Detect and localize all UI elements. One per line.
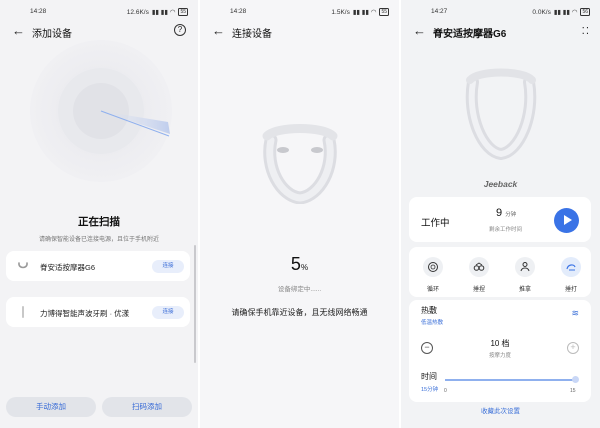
battery-icon: 55 <box>178 8 188 16</box>
device-illustration <box>465 68 537 160</box>
connect-device-screen: 14:28 1.5K/s ▮▮ ▮▮ ◠ 55 ← 连接设备 5% 设备绑定中.… <box>200 0 399 428</box>
mode-label: 循环 <box>426 287 439 293</box>
percent-value: 5 <box>290 254 301 274</box>
tap-icon <box>561 257 581 277</box>
status-time: 14:28 <box>30 8 47 15</box>
signal-icon: ▮▮ ▮▮ ◠ <box>553 9 578 16</box>
percent-unit: % <box>300 263 309 272</box>
status-time: 14:27 <box>431 8 448 15</box>
status-bar: 14:27 0.0K/s ▮▮ ▮▮ ◠ 56 <box>401 0 600 20</box>
intensity-label: 按摩力度 <box>488 353 511 359</box>
back-arrow-icon[interactable]: ← <box>413 24 426 38</box>
mode-cycle[interactable]: 循环 <box>415 257 451 293</box>
work-status-card: 工作中 9 分钟 剩余工作时间 <box>409 197 591 242</box>
heat-icon[interactable]: ≋ <box>571 308 579 319</box>
settings-card: 热敷 低温热敷 ≋ − 10 档 按摩力度 + 时间 15分钟 0 15 <box>409 300 591 402</box>
page-title: 连接设备 <box>232 29 272 40</box>
back-arrow-icon[interactable]: ← <box>212 24 225 38</box>
brand-logo: Jeeback <box>483 179 518 189</box>
time-slider-handle[interactable] <box>571 376 579 383</box>
minutes-value: 9 <box>496 207 503 219</box>
remaining-label: 剩余工作时间 <box>489 227 523 233</box>
increase-intensity-button[interactable]: + <box>567 342 579 354</box>
time-value: 15分钟 <box>421 387 439 393</box>
save-settings-link[interactable]: 收藏此次设置 <box>401 405 600 415</box>
status-bar: 14:28 1.5K/s ▮▮ ▮▮ ◠ 55 <box>200 0 399 20</box>
radar-sweep <box>100 110 170 137</box>
back-arrow-icon[interactable]: ← <box>12 24 25 38</box>
more-icon[interactable]: ⁚⁚ <box>582 26 590 37</box>
mode-knead[interactable]: 捶捏 <box>461 257 497 293</box>
mode-tap[interactable]: 捶打 <box>553 257 589 293</box>
network-speed: 1.5K/s <box>331 8 350 16</box>
work-status: 工作中 <box>421 218 450 229</box>
scanning-status: 正在扫描 <box>78 216 120 228</box>
slider-min-label: 0 <box>444 388 447 394</box>
question-icon[interactable]: ? <box>174 24 186 36</box>
mode-label: 推拿 <box>518 287 531 293</box>
heat-level: 低温热敷 <box>421 320 444 326</box>
progress-percent: 5% <box>200 254 399 275</box>
mode-card: 循环 捶捏 推拿 捶打 <box>409 247 591 297</box>
device-name: 力博得智能声波牙刷 · 优漾 <box>40 309 130 318</box>
device-illustration <box>262 124 338 204</box>
mode-label: 捶打 <box>564 287 577 293</box>
status-bar: 14:28 12.6K/s ▮▮ ▮▮ ◠ 55 <box>0 0 198 20</box>
page-title: 脊安适按摩器G6 <box>433 29 507 40</box>
time-label: 时间 <box>421 372 437 381</box>
slider-max-label: 15 <box>570 388 576 394</box>
mode-label: 捶捏 <box>472 287 485 293</box>
remaining-minutes: 9 分钟 <box>496 207 516 219</box>
binding-status: 设备绑定中...... <box>277 286 322 293</box>
scanning-hint: 请确保智能设备已连接电源，且位于手机附近 <box>38 237 159 243</box>
add-device-screen: 14:28 12.6K/s ▮▮ ▮▮ ◠ 55 ← 添加设备 ? 正在扫描 请… <box>0 0 198 428</box>
connect-button[interactable]: 连接 <box>152 306 184 319</box>
device-card-massager[interactable]: 脊安适按摩器G6 连接 <box>6 251 190 281</box>
device-control-screen: 14:27 0.0K/s ▮▮ ▮▮ ◠ 56 ← 脊安适按摩器G6 ⁚⁚ Je… <box>401 0 600 428</box>
heat-label: 热敷 <box>421 306 437 315</box>
device-name: 脊安适按摩器G6 <box>40 263 96 272</box>
knead-icon <box>469 257 489 277</box>
mode-massage[interactable]: 推拿 <box>507 257 543 293</box>
massage-icon <box>515 257 535 277</box>
scan-radar <box>30 40 172 182</box>
battery-icon: 56 <box>580 8 590 16</box>
connect-button[interactable]: 连接 <box>152 260 184 273</box>
network-speed: 0.0K/s <box>532 8 551 16</box>
toothbrush-icon <box>22 306 24 318</box>
scrollbar[interactable] <box>194 245 196 363</box>
minutes-unit: 分钟 <box>505 212 517 218</box>
status-time: 14:28 <box>230 8 247 15</box>
intensity-value: 10 档 <box>490 339 510 348</box>
neck-massager-icon <box>18 262 28 269</box>
cycle-icon <box>423 257 443 277</box>
scan-add-button[interactable]: 扫码添加 <box>102 397 192 417</box>
page-title: 添加设备 <box>32 29 72 40</box>
battery-icon: 55 <box>379 8 389 16</box>
connection-hint: 请确保手机靠近设备，且无线网络畅通 <box>231 308 368 317</box>
play-icon[interactable] <box>554 208 579 233</box>
network-speed: 12.6K/s <box>126 8 149 16</box>
signal-icon: ▮▮ ▮▮ ◠ <box>151 9 176 16</box>
device-card-toothbrush[interactable]: 力博得智能声波牙刷 · 优漾 连接 <box>6 297 190 327</box>
signal-icon: ▮▮ ▮▮ ◠ <box>352 9 377 16</box>
manual-add-button[interactable]: 手动添加 <box>6 397 96 417</box>
time-slider[interactable] <box>445 379 575 381</box>
